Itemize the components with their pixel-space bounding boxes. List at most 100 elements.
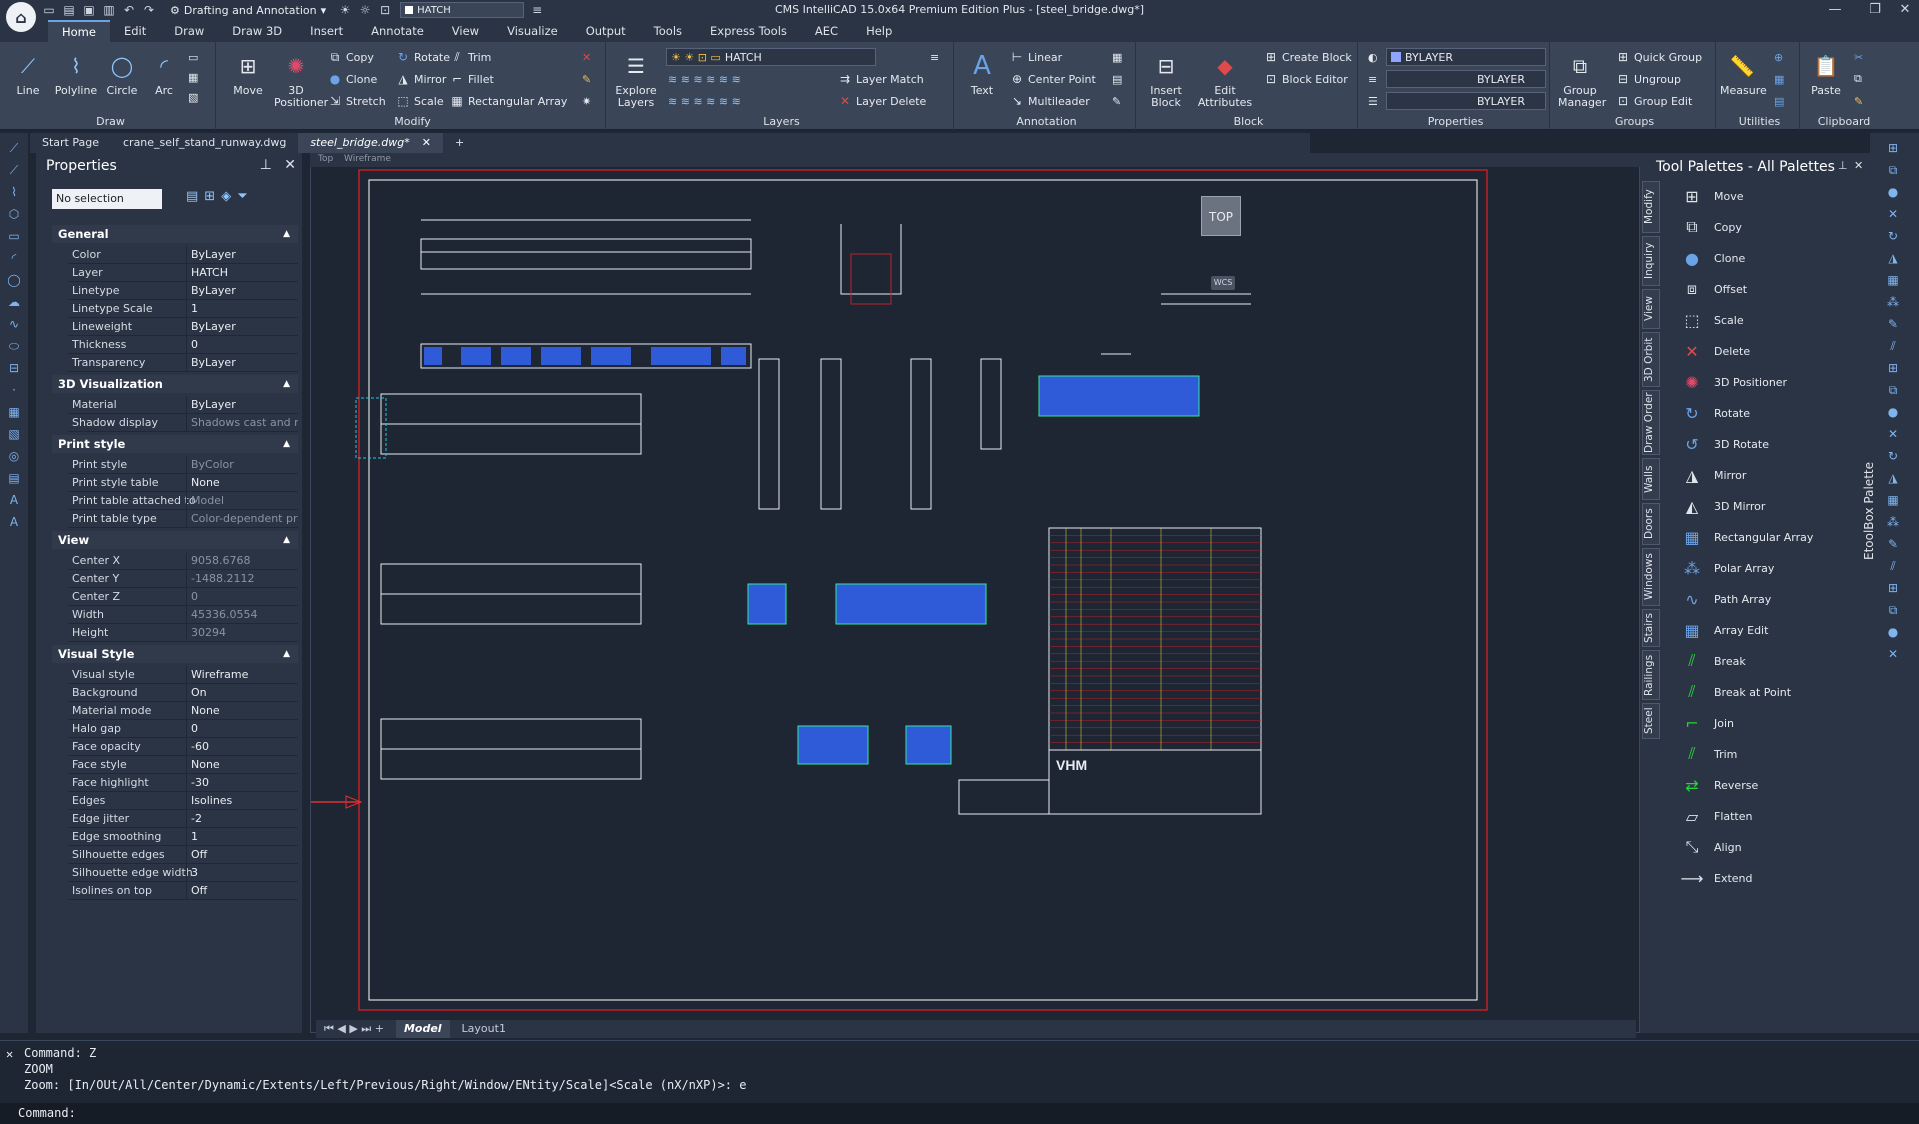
tab-visualize[interactable]: Visualize — [493, 20, 572, 42]
close-tab-icon[interactable]: ✕ — [422, 133, 431, 153]
view-cube[interactable]: TOP — [1201, 196, 1241, 236]
doc-tab-crane[interactable]: crane_self_stand_runway.dwg — [111, 133, 298, 153]
property-value[interactable]: 1 — [186, 300, 298, 318]
property-value[interactable]: Off — [186, 882, 298, 900]
property-value[interactable]: None — [186, 756, 298, 774]
side-tool-icon[interactable]: ▦ — [1884, 493, 1902, 507]
region-icon[interactable]: ▧ — [188, 88, 198, 106]
layer-delete-button[interactable]: ✕ Layer Delete — [838, 92, 926, 110]
property-value[interactable]: ByLayer — [186, 318, 298, 336]
side-tool-icon[interactable]: ✕ — [1884, 427, 1902, 441]
visual-style-label[interactable]: Wireframe — [340, 154, 395, 166]
property-row[interactable]: Center Z 0 — [68, 588, 298, 606]
tab-aec[interactable]: AEC — [801, 20, 852, 42]
hatch-icon[interactable]: ▦ — [5, 405, 23, 419]
side-tool-icon[interactable]: ⧉ — [1884, 163, 1902, 177]
palette-tab[interactable]: Modify — [1642, 181, 1660, 233]
quick-group-button[interactable]: ⊞ Quick Group — [1616, 48, 1702, 66]
side-tool-icon[interactable]: ⊞ — [1884, 361, 1902, 375]
property-row[interactable]: Print table type Color-dependent print... — [68, 510, 298, 528]
line-icon[interactable]: ⟋ — [5, 141, 23, 155]
property-row[interactable]: Center Y -1488.2112 — [68, 570, 298, 588]
property-value[interactable]: 0 — [186, 720, 298, 738]
lightbulb-icon[interactable]: ☀ — [338, 3, 352, 17]
3d-positioner-button[interactable]: ✺ 3D Positioner — [274, 50, 328, 109]
palette-tool[interactable]: ⬚ Scale — [1680, 305, 1743, 335]
copy-button[interactable]: ⧉ Copy — [328, 48, 374, 66]
mirror-button[interactable]: ◮ Mirror — [396, 70, 446, 88]
palette-tool[interactable]: ▦ Rectangular Array — [1680, 522, 1813, 552]
group-edit-button[interactable]: ⊡ Group Edit — [1616, 92, 1692, 110]
arc-icon[interactable]: ◜ — [5, 251, 23, 265]
palette-tool[interactable]: ◮ Mirror — [1680, 460, 1747, 490]
save-icon[interactable]: ▣ — [82, 3, 96, 17]
palette-tool[interactable]: ⫽ Break at Point — [1680, 677, 1791, 707]
property-value[interactable]: 0 — [186, 336, 298, 354]
palette-tool[interactable]: ∿ Path Array — [1680, 584, 1771, 614]
property-row[interactable]: Edge jitter -2 — [68, 810, 298, 828]
view-label[interactable]: Top — [314, 154, 337, 166]
property-value[interactable]: Shadows cast and re... — [186, 414, 298, 432]
property-value[interactable]: 3 — [186, 864, 298, 882]
ungroup-button[interactable]: ⊟ Ungroup — [1616, 70, 1681, 88]
tab-edit[interactable]: Edit — [110, 20, 160, 42]
close-window-button[interactable]: ✕ — [1885, 0, 1919, 20]
section-print[interactable]: Print style ▲ — [52, 435, 298, 453]
doc-tab-start-page[interactable]: Start Page — [30, 133, 111, 153]
insert-block-button[interactable]: ⊟ Insert Block — [1144, 50, 1188, 109]
property-value[interactable]: Isolines — [186, 792, 298, 810]
property-row[interactable]: Edge smoothing 1 — [68, 828, 298, 846]
linetype-dropdown[interactable]: BYLAYER — [1386, 70, 1546, 88]
arc-button[interactable]: ◜ Arc — [142, 50, 186, 97]
layer-match-button[interactable]: ⇉ Layer Match — [838, 70, 924, 88]
property-value[interactable]: Wireframe — [186, 666, 298, 684]
stretch-button[interactable]: ⇲ Stretch — [328, 92, 386, 110]
property-value[interactable]: Model — [186, 492, 298, 510]
side-tool-icon[interactable]: ◮ — [1884, 471, 1902, 485]
property-value[interactable]: None — [186, 702, 298, 720]
new-file-icon[interactable]: ▭ — [42, 3, 56, 17]
palette-tool[interactable]: ⧉ Copy — [1680, 212, 1742, 242]
property-value[interactable]: -30 — [186, 774, 298, 792]
property-row[interactable]: Material mode None — [68, 702, 298, 720]
field-icon[interactable]: ▤ — [1112, 70, 1122, 88]
palette-tool[interactable]: ◭ 3D Mirror — [1680, 491, 1766, 521]
property-row[interactable]: Width 45336.0554 — [68, 606, 298, 624]
layer-tools-icon[interactable]: ≡ — [930, 48, 939, 66]
tab-tools[interactable]: Tools — [640, 20, 696, 42]
palette-tool[interactable]: ● Clone — [1680, 243, 1745, 273]
open-file-icon[interactable]: ▤ — [62, 3, 76, 17]
collapse-icon[interactable]: ▲ — [283, 531, 290, 549]
clone-button[interactable]: ● Clone — [328, 70, 377, 88]
side-tool-icon[interactable]: ● — [1884, 625, 1902, 639]
pin-icon[interactable]: ⊥ — [1838, 159, 1848, 172]
collapse-icon[interactable]: ▲ — [283, 435, 290, 453]
quick-select-icon[interactable]: ◈ — [221, 189, 231, 204]
property-value[interactable]: -2 — [186, 810, 298, 828]
collapse-icon[interactable]: ▲ — [283, 645, 290, 663]
polyline-icon[interactable]: ⌇ — [5, 185, 23, 199]
selection-dropdown[interactable]: No selection — [52, 189, 162, 209]
fillet-button[interactable]: ⌐ Fillet — [450, 70, 494, 88]
property-row[interactable]: Linetype Scale 1 — [68, 300, 298, 318]
line-button[interactable]: ⟋ Line — [6, 50, 50, 97]
layer-select[interactable]: HATCH — [400, 2, 525, 18]
close-cmd-icon[interactable]: ✕ — [6, 1047, 13, 1061]
measure-button[interactable]: 📏 Measure — [1720, 50, 1767, 97]
side-tool-icon[interactable]: ✕ — [1884, 207, 1902, 221]
section-general[interactable]: General ▲ — [52, 225, 298, 243]
tab-help[interactable]: Help — [852, 20, 906, 42]
hatch-icon[interactable]: ▦ — [188, 68, 198, 86]
wcs-label[interactable]: WCS — [1211, 276, 1235, 290]
palette-tool[interactable]: ⇄ Reverse — [1680, 770, 1758, 800]
polyline-button[interactable]: ⌇ Polyline — [54, 50, 98, 97]
property-value[interactable]: 0 — [186, 588, 298, 606]
layer-tools-icon[interactable]: ≡ — [530, 3, 544, 17]
side-tool-icon[interactable]: ⫽ — [1884, 339, 1902, 353]
side-tool-icon[interactable]: ⊞ — [1884, 141, 1902, 155]
close-panel-icon[interactable]: ✕ — [284, 157, 296, 173]
collapse-icon[interactable]: ▲ — [283, 225, 290, 243]
side-tool-icon[interactable]: ◮ — [1884, 251, 1902, 265]
palette-tool[interactable]: ⫽ Trim — [1680, 739, 1737, 769]
property-value[interactable]: 9058.6768 — [186, 552, 298, 570]
